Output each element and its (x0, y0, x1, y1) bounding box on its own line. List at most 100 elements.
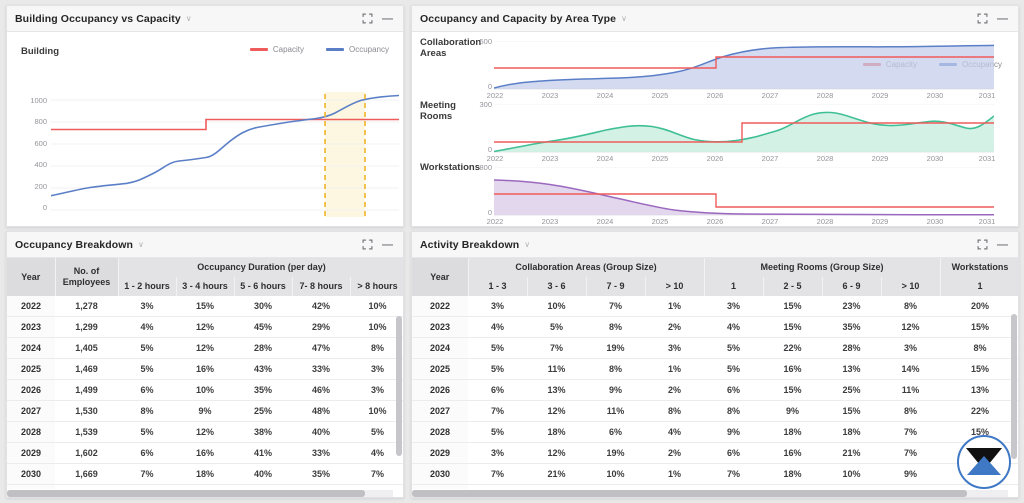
scrollbar-thumb[interactable] (412, 490, 967, 497)
col-header-year[interactable]: Year (7, 258, 56, 296)
col-header-collab-3-6[interactable]: 3 - 6 (527, 277, 587, 296)
table-row[interactable]: 2025 5% 11% 8% 1% 5% 16% 13% 14% 15% (412, 358, 1018, 380)
table-header-group-row: Year Collaboration Areas (Group Size) Me… (412, 258, 1018, 296)
activity-table-scroll[interactable]: Year Collaboration Areas (Group Size) Me… (412, 258, 1018, 489)
xtick-workstations-2028: 2028 (816, 217, 834, 226)
xtick-workstations-2031: 2031 (978, 217, 996, 226)
legend-item-occupancy[interactable]: Occupancy (325, 45, 389, 54)
cell-employees: 1,499 (55, 379, 118, 401)
cell-collab-1-3: 5% (468, 358, 527, 380)
table-row[interactable]: 2028 5% 18% 6% 4% 9% 18% 18% 7% 15% (412, 421, 1018, 443)
scrollbar-thumb[interactable] (396, 316, 402, 456)
minimize-icon[interactable]: — (995, 11, 1010, 26)
table-row[interactable]: 2029 1,602 6% 16% 41% 33% 4% (7, 442, 403, 464)
expand-icon[interactable] (975, 11, 990, 26)
cell-collab-1-3: 5% (468, 337, 527, 359)
col-header-meeting-6-9[interactable]: 6 - 9 (822, 277, 882, 296)
expand-icon[interactable] (975, 237, 990, 252)
cell-year: 2028 (412, 421, 468, 443)
xtick-collab-2030: 2030 (926, 91, 944, 100)
cell-year: 2022 (412, 296, 468, 317)
xtick-2031: 2031 (350, 224, 380, 226)
cell-7-8h: 33% (292, 358, 350, 380)
minimize-icon[interactable]: — (380, 237, 395, 252)
horizontal-scrollbar[interactable] (412, 490, 1008, 497)
minimize-icon[interactable]: — (380, 11, 395, 26)
table-row[interactable]: 2023 1,299 4% 12% 45% 29% 10% (7, 316, 403, 338)
table-row[interactable]: 2030 7% 21% 10% 1% 7% 18% 10% 9% 9% (412, 463, 1018, 485)
cell-collab-gt10: 1% (645, 296, 704, 317)
cell-3-4h: 18% (176, 484, 234, 489)
table-row[interactable]: 2022 3% 10% 7% 1% 3% 15% 23% 8% 20% (412, 296, 1018, 317)
table-row[interactable]: 2026 1,499 6% 10% 35% 46% 3% (7, 379, 403, 401)
chevron-down-icon[interactable]: ∨ (138, 240, 144, 249)
table-row[interactable]: 2023 4% 5% 8% 2% 4% 15% 35% 12% 15% (412, 316, 1018, 338)
expand-icon[interactable] (360, 237, 375, 252)
xtick-2026: 2026 (172, 224, 202, 226)
xtick-meeting-2029: 2029 (871, 154, 889, 163)
area-occupancy-fill (494, 180, 994, 215)
table-row[interactable]: 2027 7% 12% 11% 8% 8% 9% 15% 8% 22% (412, 400, 1018, 422)
chevron-down-icon[interactable]: ∨ (186, 14, 192, 23)
horizontal-scrollbar[interactable] (7, 490, 393, 497)
table-row[interactable]: 2030 1,669 7% 18% 40% 35% 7% (7, 463, 403, 485)
col-header-collab-gt-10[interactable]: > 10 (645, 277, 705, 296)
table-row[interactable]: 2024 5% 7% 19% 3% 5% 22% 28% 3% 8% (412, 337, 1018, 359)
panel-title: Occupancy and Capacity by Area Type (420, 12, 617, 25)
cell-meeting-2-5: 16% (763, 442, 822, 464)
cell-collab-1-3: 7% (468, 400, 527, 422)
legend-item-capacity[interactable]: Capacity (249, 45, 304, 54)
xtick-collab-2026: 2026 (706, 91, 724, 100)
col-header-workstations-1[interactable]: 1 (940, 277, 1018, 296)
cell-7-8h: 33% (292, 484, 350, 489)
occupancy-table-scroll[interactable]: Year No. of Employees Occupancy Duration… (7, 258, 403, 489)
table-row[interactable]: 2024 1,405 5% 12% 28% 47% 8% (7, 337, 403, 359)
minimize-icon[interactable]: — (995, 237, 1010, 252)
col-group-header-occupancy-duration: Occupancy Duration (per day) (118, 258, 403, 277)
chevron-down-icon[interactable]: ∨ (621, 14, 627, 23)
table-row[interactable]: 2031 1,734 11% 18% 35% 33% 3% (7, 484, 403, 489)
col-header-collab-7-9[interactable]: 7 - 9 (586, 277, 646, 296)
cell-collab-gt10: 2% (645, 379, 704, 401)
col-header-meeting-2-5[interactable]: 2 - 5 (763, 277, 823, 296)
col-header-no-of-employees[interactable]: No. of Employees (55, 258, 119, 296)
cell-collab-3-6: 17% (527, 484, 586, 489)
table-row[interactable]: 2028 1,539 5% 12% 38% 40% 5% (7, 421, 403, 443)
ytick-workstations-max: 800 (479, 163, 492, 172)
table-header-row: 1 - 3 3 - 6 7 - 9 > 10 1 2 - 5 6 - 9 > 1… (412, 277, 1018, 296)
table-row[interactable]: 2026 6% 13% 9% 2% 6% 15% 25% 11% 13% (412, 379, 1018, 401)
expand-icon[interactable] (360, 11, 375, 26)
cell-meeting-gt10: 14% (881, 358, 941, 380)
plot-meeting-rooms (494, 104, 994, 153)
cell-1-2h: 5% (118, 358, 176, 380)
cell-meeting-1: 9% (704, 421, 763, 443)
col-header-7-8-hours[interactable]: 7- 8 hours (292, 277, 351, 296)
col-header-5-6-hours[interactable]: 5 - 6 hours (234, 277, 293, 296)
col-header-3-4-hours[interactable]: 3 - 4 hours (176, 277, 235, 296)
cell-3-4h: 9% (176, 400, 234, 422)
scrollbar-thumb[interactable] (7, 490, 365, 497)
chevron-down-icon[interactable]: ∨ (524, 240, 530, 249)
col-header-meeting-1[interactable]: 1 (704, 277, 764, 296)
table-row[interactable]: 2031 5% 17% 10% 3% 11% 18% 15% 8% 13% (412, 484, 1018, 489)
cell-collab-gt10: 2% (645, 316, 704, 338)
table-row[interactable]: 2029 3% 12% 19% 2% 6% 16% 21% 7% 8% (412, 442, 1018, 464)
table-row[interactable]: 2027 1,530 8% 9% 25% 48% 10% (7, 400, 403, 422)
cell-meeting-6-9: 21% (822, 442, 881, 464)
col-header-collab-1-3[interactable]: 1 - 3 (468, 277, 528, 296)
table-row[interactable]: 2025 1,469 5% 16% 43% 33% 3% (7, 358, 403, 380)
table-row[interactable]: 2022 1,278 3% 15% 30% 42% 10% (7, 296, 403, 317)
panel-body: Building Capacity Occupancy 1000 800 600… (7, 32, 403, 226)
col-header-1-2-hours[interactable]: 1 - 2 hours (118, 277, 177, 296)
cell-year: 2022 (7, 296, 55, 317)
vertical-scrollbar[interactable] (396, 294, 402, 489)
vertical-scrollbar[interactable] (1011, 294, 1017, 489)
occupancy-table-body: 2022 1,278 3% 15% 30% 42% 10% 2023 1,299… (7, 296, 403, 489)
cell-3-4h: 12% (176, 316, 234, 338)
col-header-meeting-gt-10[interactable]: > 10 (881, 277, 941, 296)
col-header-year[interactable]: Year (412, 258, 469, 296)
scrollbar-thumb[interactable] (1011, 314, 1017, 459)
xtick-collab-2031: 2031 (978, 91, 996, 100)
cell-year: 2028 (7, 421, 55, 443)
cell-meeting-1: 6% (704, 442, 763, 464)
